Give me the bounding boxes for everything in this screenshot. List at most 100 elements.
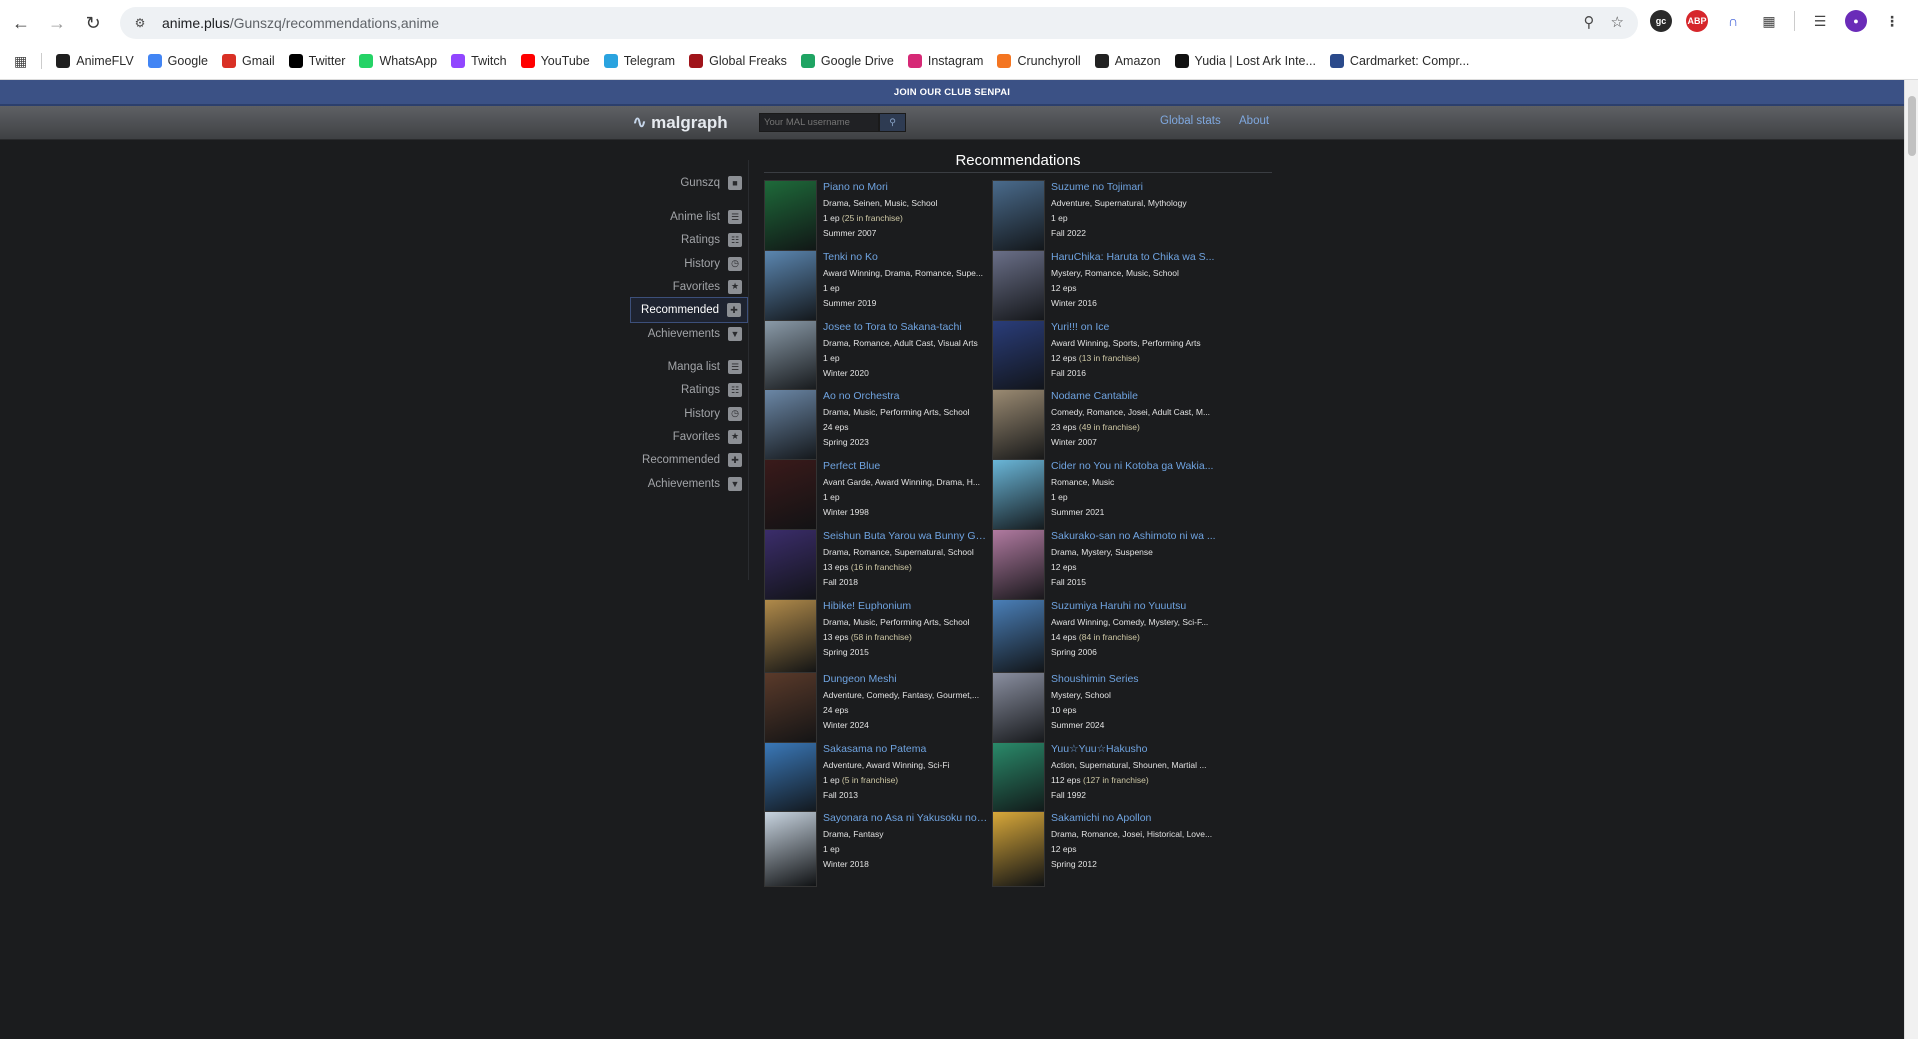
menu-kebab-icon[interactable]: ⋮ <box>1881 10 1903 32</box>
anime-title-link[interactable]: Seishun Buta Yarou wa Bunny Gir... <box>823 530 988 542</box>
recommendation-card[interactable]: Suzumiya Haruhi no Yuuutsu Award Winning,… <box>992 599 1216 677</box>
bookmark-item[interactable]: Amazon <box>1094 54 1161 68</box>
club-banner[interactable]: JOIN OUR CLUB SENPAI <box>0 80 1904 106</box>
back-icon[interactable]: ← <box>8 10 34 36</box>
bookmark-item[interactable]: Google <box>147 54 208 68</box>
bookmark-item[interactable]: Google Drive <box>800 54 894 68</box>
recommendation-card[interactable]: Hibike! Euphonium Drama, Music, Performin… <box>764 599 988 677</box>
anime-title-link[interactable]: Suzumiya Haruhi no Yuuutsu <box>1051 600 1216 612</box>
anime-poster[interactable] <box>764 529 817 605</box>
recommendation-card[interactable]: Sakasama no Patema Adventure, Award Winni… <box>764 742 988 820</box>
nord-icon[interactable]: ∩ <box>1722 10 1744 32</box>
anime-poster[interactable] <box>992 250 1045 326</box>
bookmark-item[interactable]: Instagram <box>907 54 983 68</box>
anime-poster[interactable] <box>764 599 817 675</box>
recommendation-card[interactable]: Shoushimin Series Mystery, School 10 eps Su… <box>992 672 1216 750</box>
recommendation-card[interactable]: Tenki no Ko Award Winning, Drama, Romance… <box>764 250 988 328</box>
bookmark-item[interactable]: WhatsApp <box>359 54 437 68</box>
anime-poster[interactable] <box>764 811 817 887</box>
anime-title-link[interactable]: Sakurako-san no Ashimoto ni wa ... <box>1051 530 1216 542</box>
bookmark-item[interactable]: AnimeFLV <box>56 54 134 68</box>
sidebar-user[interactable]: Gunszq ■ <box>680 170 748 196</box>
sidebar-item-manga-history[interactable]: History ◷ <box>684 401 748 427</box>
anime-poster[interactable] <box>764 250 817 326</box>
recommendation-card[interactable]: HaruChika: Haruta to Chika wa S... Myster… <box>992 250 1216 328</box>
anime-poster[interactable] <box>764 672 817 748</box>
recommendation-card[interactable]: Suzume no Tojimari Adventure, Supernatura… <box>992 180 1216 258</box>
sidebar-item-manga-favorites[interactable]: Favorites ★ <box>673 424 748 450</box>
profile-avatar[interactable]: ● <box>1845 10 1867 32</box>
adblock-icon[interactable]: ABP <box>1686 10 1708 32</box>
anime-title-link[interactable]: Shoushimin Series <box>1051 673 1216 685</box>
bookmark-item[interactable]: YouTube <box>520 54 590 68</box>
recommendation-card[interactable]: Cider no You ni Kotoba ga Wakia... Romanc… <box>992 459 1216 537</box>
anime-title-link[interactable]: Sakasama no Patema <box>823 743 988 755</box>
anime-poster[interactable] <box>992 742 1045 818</box>
sidebar-item-manga-manga-list[interactable]: Manga list ☰ <box>668 354 748 380</box>
sidebar-item-anime-ratings[interactable]: Ratings ☷ <box>681 227 748 253</box>
search-button[interactable]: ⚲ <box>879 113 906 132</box>
anime-title-link[interactable]: Josee to Tora to Sakana-tachi <box>823 321 988 333</box>
reload-icon[interactable]: ↻ <box>80 10 106 36</box>
anime-poster[interactable] <box>992 459 1045 535</box>
sidebar-item-manga-achievements[interactable]: Achievements ▼ <box>648 471 748 497</box>
recommendation-card[interactable]: Yuu☆Yuu☆Hakusho Action, Supernatural, Sho… <box>992 742 1216 820</box>
anime-poster[interactable] <box>992 389 1045 465</box>
anime-title-link[interactable]: Dungeon Meshi <box>823 673 988 685</box>
anime-title-link[interactable]: Ao no Orchestra <box>823 390 988 402</box>
anime-title-link[interactable]: Nodame Cantabile <box>1051 390 1216 402</box>
anime-title-link[interactable]: Suzume no Tojimari <box>1051 181 1216 193</box>
anime-title-link[interactable]: Hibike! Euphonium <box>823 600 988 612</box>
media-controls-icon[interactable]: ☰ <box>1809 10 1831 32</box>
recommendation-card[interactable]: Sayonara no Asa ni Yakusoku no ... Drama,… <box>764 811 988 889</box>
anime-poster[interactable] <box>764 742 817 818</box>
anime-title-link[interactable]: Yuri!!! on Ice <box>1051 321 1216 333</box>
bookmark-item[interactable]: Telegram <box>603 54 675 68</box>
extensions-puzzle-icon[interactable]: ▦ <box>1758 10 1780 32</box>
mal-username-input[interactable] <box>759 113 879 132</box>
scroll-thumb[interactable] <box>1908 96 1916 156</box>
anime-title-link[interactable]: Sakamichi no Apollon <box>1051 812 1216 824</box>
anime-title-link[interactable]: Perfect Blue <box>823 460 988 472</box>
sidebar-item-anime-recommended[interactable]: Recommended ✚ <box>630 297 748 324</box>
address-bar[interactable]: ⚙ anime.plus/Gunszq/recommendations,anim… <box>120 7 1638 39</box>
malgraph-logo[interactable]: ∿ malgraph <box>632 112 728 133</box>
sidebar-item-anime-favorites[interactable]: Favorites ★ <box>673 274 748 300</box>
anime-title-link[interactable]: Piano no Mori <box>823 181 988 193</box>
about-link[interactable]: About <box>1239 115 1269 127</box>
recommendation-card[interactable]: Seishun Buta Yarou wa Bunny Gir... Drama,… <box>764 529 988 607</box>
anime-poster[interactable] <box>992 529 1045 605</box>
page-scrollbar[interactable] <box>1904 80 1918 1039</box>
sidebar-item-anime-history[interactable]: History ◷ <box>684 251 748 277</box>
anime-poster[interactable] <box>992 180 1045 256</box>
recommendation-card[interactable]: Josee to Tora to Sakana-tachi Drama, Roma… <box>764 320 988 398</box>
anime-poster[interactable] <box>992 599 1045 675</box>
forward-icon[interactable]: → <box>44 10 70 36</box>
recommendation-card[interactable]: Ao no Orchestra Drama, Music, Performing … <box>764 389 988 467</box>
recommendation-card[interactable]: Sakamichi no Apollon Drama, Romance, Jose… <box>992 811 1216 889</box>
recommendation-card[interactable]: Yuri!!! on Ice Award Winning, Sports, Per… <box>992 320 1216 398</box>
anime-title-link[interactable]: HaruChika: Haruta to Chika wa S... <box>1051 251 1216 263</box>
sidebar-item-anime-anime-list[interactable]: Anime list ☰ <box>670 204 748 230</box>
recommendation-card[interactable]: Piano no Mori Drama, Seinen, Music, Schoo… <box>764 180 988 258</box>
anime-title-link[interactable]: Tenki no Ko <box>823 251 988 263</box>
bookmark-item[interactable]: Crunchyroll <box>997 54 1081 68</box>
bookmark-item[interactable]: Gmail <box>221 54 275 68</box>
global-stats-link[interactable]: Global stats <box>1160 115 1221 127</box>
sidebar-item-manga-ratings[interactable]: Ratings ☷ <box>681 377 748 403</box>
anime-title-link[interactable]: Yuu☆Yuu☆Hakusho <box>1051 743 1216 755</box>
anime-poster[interactable] <box>764 459 817 535</box>
bookmark-item[interactable]: Twitch <box>451 54 507 68</box>
bookmark-item[interactable]: Cardmarket: Compr... <box>1329 54 1469 68</box>
anime-poster[interactable] <box>764 389 817 465</box>
zoom-icon[interactable]: ⚲ <box>1584 13 1595 31</box>
anime-poster[interactable] <box>764 180 817 256</box>
bookmark-star-icon[interactable]: ☆ <box>1611 13 1624 31</box>
apps-grid-icon[interactable]: ▦ <box>14 53 27 70</box>
recommendation-card[interactable]: Nodame Cantabile Comedy, Romance, Josei, … <box>992 389 1216 467</box>
anime-title-link[interactable]: Sayonara no Asa ni Yakusoku no ... <box>823 812 988 824</box>
bookmark-item[interactable]: Yudia | Lost Ark Inte... <box>1174 54 1316 68</box>
url-text[interactable]: anime.plus/Gunszq/recommendations,anime <box>162 15 439 31</box>
anime-poster[interactable] <box>764 320 817 396</box>
site-info-icon[interactable]: ⚙ <box>132 15 148 31</box>
